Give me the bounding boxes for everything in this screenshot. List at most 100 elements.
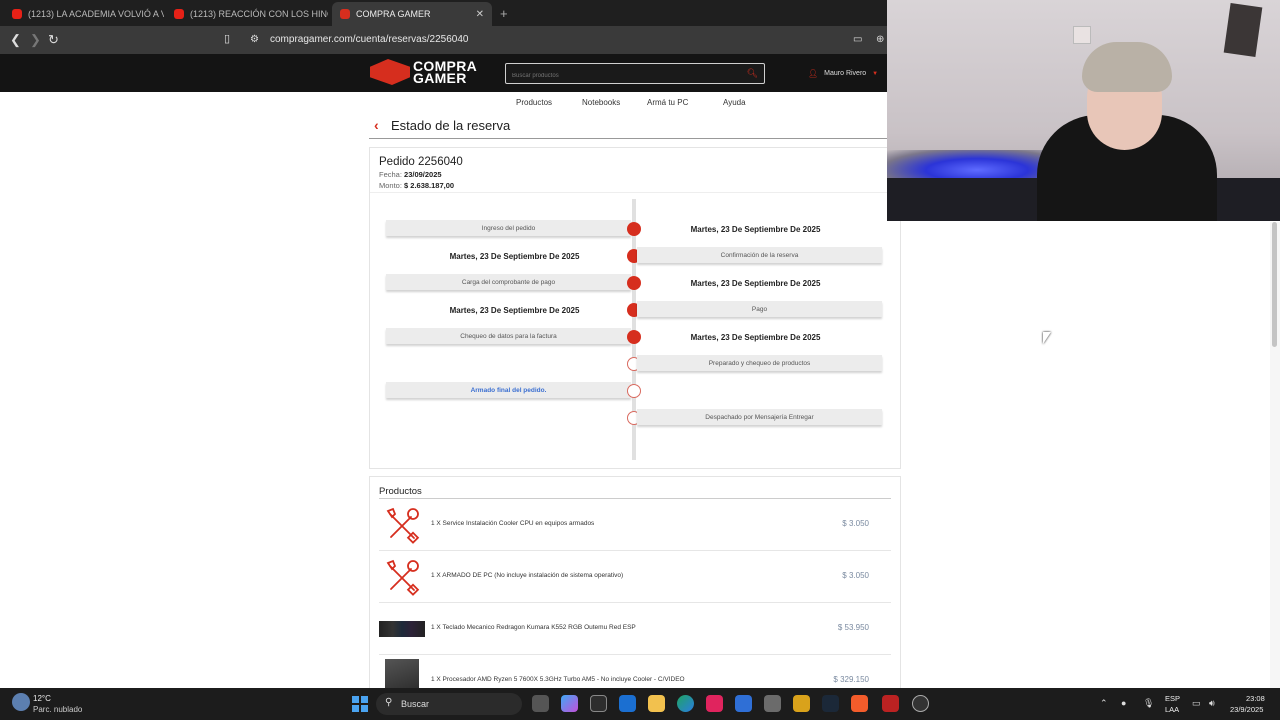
user-icon: 👤︎ — [808, 69, 819, 78]
store-icon[interactable] — [590, 695, 607, 712]
product-name: 1 X ARMADO DE PC (No incluye instalación… — [431, 572, 624, 579]
browser-tab-3[interactable]: COMPRA GAMER ✕ — [332, 2, 492, 26]
timeline-step-date: Martes, 23 De Septiembre De 2025 — [690, 333, 821, 342]
input-language[interactable]: ESP — [1165, 694, 1180, 703]
browser-tab-2[interactable]: (1213) REACCIÓN CON LOS HINCHA… — [166, 2, 328, 26]
copilot-icon[interactable] — [561, 695, 578, 712]
timeline-step-label: Preparado y chequeo de productos — [637, 355, 882, 371]
search-input[interactable] — [506, 66, 736, 86]
zoom-icon[interactable]: ⊕ — [876, 34, 884, 45]
nav-ayuda[interactable]: Ayuda — [723, 98, 746, 107]
order-title: Pedido 2256040 — [379, 156, 463, 168]
product-price: $ 3.050 — [842, 571, 869, 580]
product-price: $ 53.950 — [837, 623, 869, 632]
task-view-icon[interactable] — [532, 695, 549, 712]
clock-date[interactable]: 23/9/2025 — [1230, 705, 1263, 714]
steam-icon[interactable] — [822, 695, 839, 712]
page-scrollbar[interactable] — [1270, 222, 1280, 688]
edge-icon[interactable] — [677, 695, 694, 712]
weather-temp[interactable]: 12°C — [33, 694, 51, 703]
tray-app-icon[interactable]: ● — [1121, 698, 1126, 708]
windows-taskbar — [0, 688, 1280, 720]
youtube-icon — [174, 9, 184, 19]
keyboard-image — [379, 621, 425, 637]
order-date: Fecha: 23/09/2025 — [379, 170, 442, 179]
product-name: 1 X Procesador AMD Ryzen 5 7600X 5.3GHz … — [431, 676, 685, 683]
input-layout[interactable]: LAA — [1165, 705, 1179, 714]
timeline-step-label: Carga del comprobante de pago — [386, 274, 631, 290]
page-title: Estado de la reserva — [391, 118, 511, 133]
new-tab-icon[interactable]: + — [500, 6, 508, 21]
product-price: $ 3.050 — [842, 519, 869, 528]
app-icon[interactable] — [882, 695, 899, 712]
user-name: Mauro Rivero — [824, 70, 867, 77]
webcam-overlay — [887, 0, 1280, 221]
order-divider — [370, 192, 900, 193]
timeline-step-date: Martes, 23 De Septiembre De 2025 — [690, 225, 821, 234]
search-icon[interactable]: 🔍︎ — [747, 68, 758, 79]
outlook-icon[interactable] — [619, 695, 636, 712]
tab-label: COMPRA GAMER — [356, 9, 431, 19]
app-icon[interactable] — [735, 695, 752, 712]
taskbar-search[interactable] — [376, 693, 522, 715]
close-tab-icon[interactable]: ✕ — [476, 9, 484, 20]
back-arrow-icon[interactable]: ❮ — [10, 32, 21, 48]
nav-arma-tu-pc[interactable]: Armá tu PC — [647, 98, 688, 107]
logo-text: COMPRA GAMER — [413, 58, 478, 86]
tools-icon — [386, 559, 420, 596]
chevron-down-icon: ▼ — [872, 70, 879, 77]
timeline-step-label: Despachado por Mensajería Entregar — [637, 409, 882, 425]
timeline-step-label: Ingreso del pedido — [386, 220, 631, 236]
tools-icon — [386, 507, 420, 544]
tray-chevron-up-icon[interactable]: ⌃ — [1100, 698, 1108, 709]
app-icon[interactable] — [764, 695, 781, 712]
volume-icon[interactable]: 🔊︎ — [1209, 698, 1215, 709]
brave-icon[interactable] — [851, 695, 868, 712]
taskbar-search-label: Buscar — [401, 699, 430, 709]
reload-icon[interactable]: ↻ — [48, 32, 59, 48]
site-settings-icon[interactable]: ⚙ — [250, 34, 259, 45]
product-row: 1 X ARMADO DE PC (No incluye instalación… — [379, 551, 891, 603]
weather-desc[interactable]: Parc. nublado — [33, 705, 82, 714]
clock-time[interactable]: 23:08 — [1246, 694, 1265, 703]
file-explorer-icon[interactable] — [648, 695, 665, 712]
timeline-step-date: Martes, 23 De Septiembre De 2025 — [449, 252, 580, 261]
back-chevron-icon[interactable]: ‹ — [374, 117, 379, 133]
search-box: 🔍︎ — [505, 63, 765, 86]
bookmark-icon[interactable]: ▯ — [224, 32, 230, 45]
youtube-icon — [12, 9, 22, 19]
timeline-step-label: Confirmación de la reserva — [637, 247, 882, 263]
cast-icon[interactable]: ▭ — [853, 34, 862, 45]
product-row: 1 X Teclado Mecanico Redragon Kumara K55… — [379, 603, 891, 655]
timeline-step-date: Martes, 23 De Septiembre De 2025 — [690, 279, 821, 288]
timeline-step-label-link[interactable]: Armado final del pedido. — [386, 382, 631, 398]
timeline-step-date: Martes, 23 De Septiembre De 2025 — [449, 306, 580, 315]
nav-productos[interactable]: Productos — [516, 98, 552, 107]
product-price: $ 329.150 — [833, 675, 869, 684]
browser-tab-1[interactable]: (1213) LA ACADEMIA VOLVIÓ A VEN… — [4, 2, 164, 26]
tiktok-icon[interactable] — [706, 695, 723, 712]
products-heading: Productos — [379, 486, 422, 497]
title-divider — [369, 138, 889, 139]
tab-label: (1213) REACCIÓN CON LOS HINCHA… — [190, 9, 328, 19]
nav-notebooks[interactable]: Notebooks — [582, 98, 620, 107]
windows-start-icon[interactable] — [352, 696, 368, 712]
obs-icon[interactable] — [912, 695, 929, 712]
microphone-icon[interactable]: 🎙︎ — [1143, 698, 1154, 709]
url-field[interactable]: compragamer.com/cuenta/reservas/2256040 — [270, 34, 468, 45]
product-name: 1 X Service Instalación Cooler CPU en eq… — [431, 520, 595, 527]
logo-mark-icon — [370, 59, 410, 85]
weather-icon[interactable] — [12, 693, 30, 711]
compragamer-logo[interactable]: COMPRA GAMER — [370, 59, 477, 85]
scroll-thumb[interactable] — [1272, 222, 1277, 347]
product-row: 1 X Service Instalación Cooler CPU en eq… — [379, 499, 891, 551]
tab-label: (1213) LA ACADEMIA VOLVIÓ A VEN… — [28, 9, 164, 19]
mouse-cursor-icon — [1043, 332, 1051, 344]
user-menu[interactable]: 👤︎ Mauro Rivero ▼ — [808, 69, 878, 78]
order-amount: Monto: $ 2.638.187,00 — [379, 181, 455, 190]
forward-arrow-icon[interactable]: ❯ — [30, 32, 41, 48]
timeline-step-label: Pago — [637, 301, 882, 317]
app-icon[interactable] — [793, 695, 810, 712]
search-icon: ⚲ — [385, 697, 393, 708]
network-icon[interactable]: ▭ — [1192, 698, 1201, 709]
